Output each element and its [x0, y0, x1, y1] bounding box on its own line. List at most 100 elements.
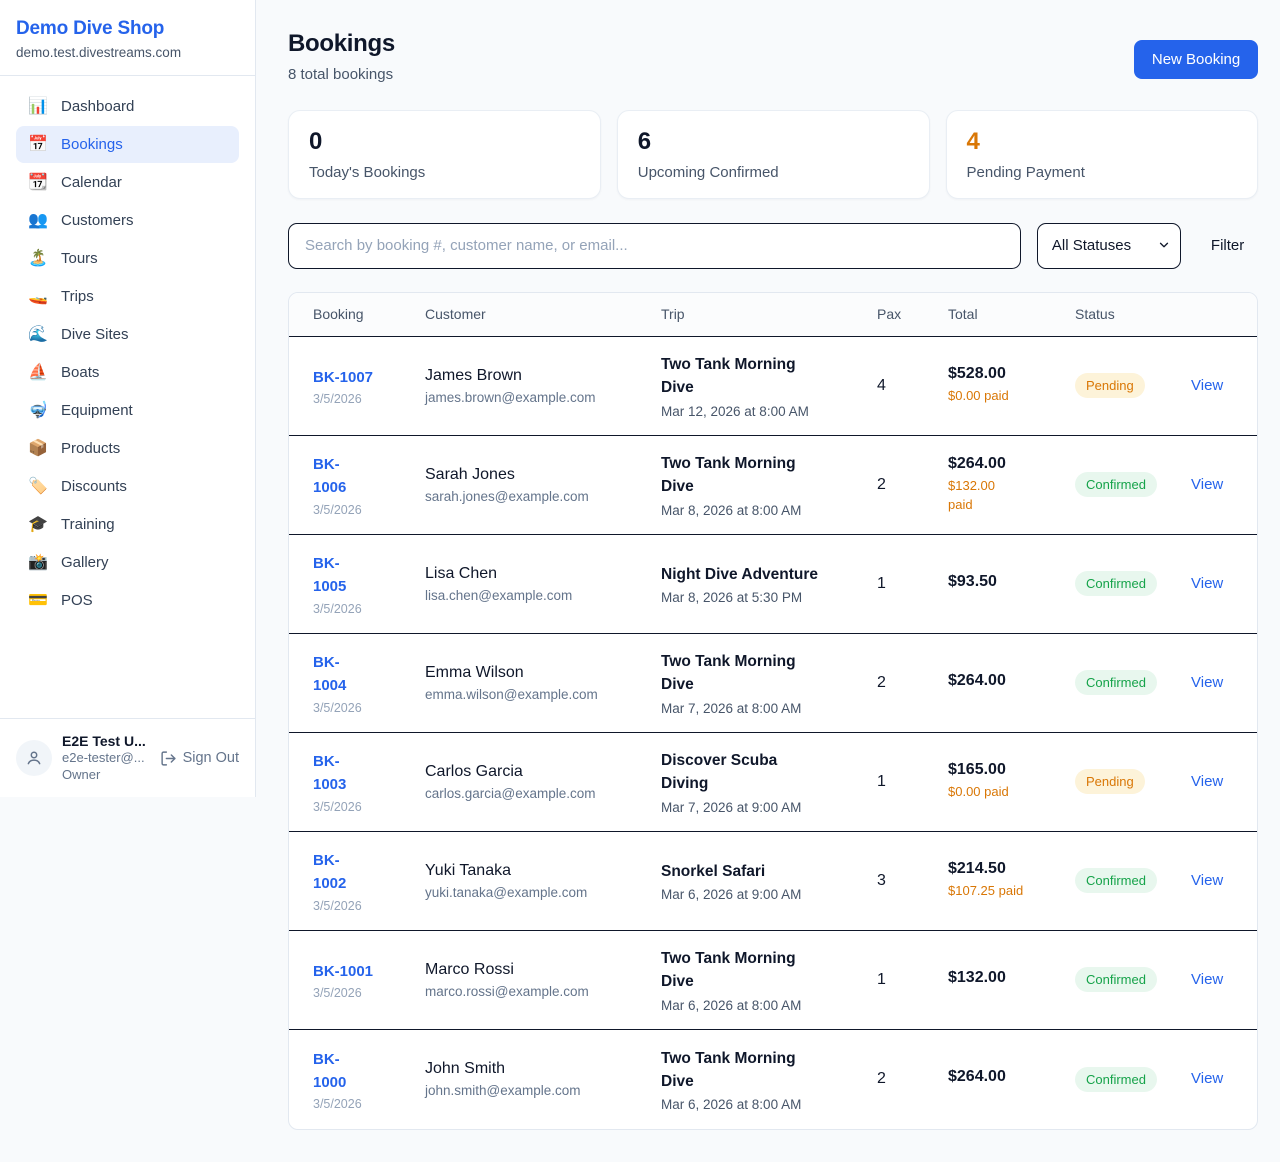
status-badge: Confirmed: [1075, 472, 1157, 497]
trip-datetime: Mar 6, 2026 at 8:00 AM: [661, 1097, 867, 1112]
trip-datetime: Mar 6, 2026 at 8:00 AM: [661, 998, 867, 1013]
graduation-cap-icon: 🎓: [28, 517, 48, 533]
status-badge: Confirmed: [1075, 670, 1157, 695]
status-badge: Pending: [1075, 373, 1145, 398]
tag-icon: 🏷️: [28, 479, 48, 495]
booking-id-link[interactable]: BK- 1003: [313, 750, 346, 797]
status-badge: Confirmed: [1075, 967, 1157, 992]
column-header-booking: Booking: [313, 306, 425, 322]
filter-button[interactable]: Filter: [1197, 237, 1258, 254]
user-name: E2E Test U...: [62, 732, 146, 750]
sidebar-item-trips[interactable]: 🚤 Trips: [16, 278, 239, 315]
booking-id-link[interactable]: BK- 1000: [313, 1048, 346, 1095]
booking-id-link[interactable]: BK- 1006: [313, 453, 346, 500]
view-link[interactable]: View: [1191, 377, 1223, 394]
sidebar-item-label: POS: [61, 592, 93, 609]
table-row: BK- 1003 3/5/2026 Carlos Garcia carlos.g…: [289, 733, 1257, 832]
view-link[interactable]: View: [1191, 872, 1223, 889]
paid-amount: $107.25 paid: [948, 882, 1065, 901]
tearoff-calendar-icon: 📆: [28, 175, 48, 191]
total-amount: $264.00: [948, 455, 1065, 473]
sidebar-item-tours[interactable]: 🏝️ Tours: [16, 240, 239, 277]
booking-date: 3/5/2026: [313, 899, 415, 913]
sidebar-item-training[interactable]: 🎓 Training: [16, 506, 239, 543]
main-content: Bookings 8 total bookings New Booking 0 …: [256, 0, 1280, 1162]
customer-email: emma.wilson@example.com: [425, 687, 651, 702]
booking-id-link[interactable]: BK-1001: [313, 960, 373, 983]
trip-datetime: Mar 12, 2026 at 8:00 AM: [661, 404, 867, 419]
sidebar-item-products[interactable]: 📦 Products: [16, 430, 239, 467]
speedboat-icon: 🚤: [28, 289, 48, 305]
sidebar-item-pos[interactable]: 💳 POS: [16, 582, 239, 619]
booking-date: 3/5/2026: [313, 1097, 415, 1111]
wave-icon: 🌊: [28, 327, 48, 343]
sidebar-item-label: Bookings: [61, 136, 123, 153]
trip-name: Snorkel Safari: [661, 860, 867, 883]
sidebar-item-dashboard[interactable]: 📊 Dashboard: [16, 88, 239, 125]
column-header-customer: Customer: [425, 306, 661, 322]
trip-name: Two Tank Morning Dive: [661, 947, 867, 994]
trip-datetime: Mar 6, 2026 at 9:00 AM: [661, 887, 867, 902]
view-link[interactable]: View: [1191, 476, 1223, 493]
sidebar-item-gallery[interactable]: 📸 Gallery: [16, 544, 239, 581]
pax-count: 2: [877, 1070, 948, 1088]
status-select-wrap: All Statuses: [1037, 223, 1181, 269]
trip-name: Two Tank Morning Dive: [661, 650, 867, 697]
page-title: Bookings: [288, 30, 395, 58]
table-row: BK- 1006 3/5/2026 Sarah Jones sarah.jone…: [289, 436, 1257, 535]
avatar: [16, 740, 52, 776]
sidebar-item-equipment[interactable]: 🤿 Equipment: [16, 392, 239, 429]
status-filter-select[interactable]: All Statuses: [1037, 223, 1181, 269]
trip-datetime: Mar 7, 2026 at 9:00 AM: [661, 800, 867, 815]
trip-name: Discover Scuba Diving: [661, 749, 867, 796]
customer-email: yuki.tanaka@example.com: [425, 885, 651, 900]
bookings-table: Booking Customer Trip Pax Total Status B…: [288, 292, 1258, 1130]
new-booking-button[interactable]: New Booking: [1134, 40, 1258, 79]
booking-date: 3/5/2026: [313, 392, 415, 406]
sidebar-item-label: Training: [61, 516, 115, 533]
customer-name: Emma Wilson: [425, 664, 651, 682]
table-row: BK- 1002 3/5/2026 Yuki Tanaka yuki.tanak…: [289, 832, 1257, 931]
pax-count: 2: [877, 476, 948, 494]
table-header-row: Booking Customer Trip Pax Total Status: [289, 293, 1257, 337]
page-header: Bookings 8 total bookings New Booking: [288, 30, 1258, 83]
table-row: BK- 1005 3/5/2026 Lisa Chen lisa.chen@ex…: [289, 535, 1257, 634]
sidebar-item-dive-sites[interactable]: 🌊 Dive Sites: [16, 316, 239, 353]
table-row: BK-1007 3/5/2026 James Brown james.brown…: [289, 337, 1257, 436]
sidebar-item-label: Gallery: [61, 554, 109, 571]
view-link[interactable]: View: [1191, 575, 1223, 592]
paid-amount: $0.00 paid: [948, 783, 1065, 802]
sidebar-item-label: Tours: [61, 250, 98, 267]
trip-name: Two Tank Morning Dive: [661, 1047, 867, 1094]
search-input[interactable]: [288, 223, 1021, 269]
booking-date: 3/5/2026: [313, 986, 415, 1000]
total-amount: $165.00: [948, 761, 1065, 779]
total-amount: $214.50: [948, 860, 1065, 878]
booking-id-link[interactable]: BK- 1004: [313, 651, 346, 698]
sidebar-item-boats[interactable]: ⛵ Boats: [16, 354, 239, 391]
booking-id-link[interactable]: BK- 1005: [313, 552, 346, 599]
sidebar-item-calendar[interactable]: 📆 Calendar: [16, 164, 239, 201]
sign-out-button[interactable]: Sign Out: [160, 750, 239, 767]
customer-email: marco.rossi@example.com: [425, 984, 651, 999]
pax-count: 1: [877, 575, 948, 593]
table-row: BK-1001 3/5/2026 Marco Rossi marco.rossi…: [289, 931, 1257, 1030]
pax-count: 2: [877, 674, 948, 692]
customer-name: Lisa Chen: [425, 565, 651, 583]
customer-email: john.smith@example.com: [425, 1083, 651, 1098]
view-link[interactable]: View: [1191, 773, 1223, 790]
view-link[interactable]: View: [1191, 1070, 1223, 1087]
page-subtitle: 8 total bookings: [288, 66, 395, 83]
calendar-icon: 📅: [28, 137, 48, 153]
booking-id-link[interactable]: BK- 1002: [313, 849, 346, 896]
sailboat-icon: ⛵: [28, 365, 48, 381]
sidebar-item-bookings[interactable]: 📅 Bookings: [16, 126, 239, 163]
booking-id-link[interactable]: BK-1007: [313, 366, 373, 389]
view-link[interactable]: View: [1191, 674, 1223, 691]
total-amount: $264.00: [948, 672, 1065, 690]
sidebar-item-discounts[interactable]: 🏷️ Discounts: [16, 468, 239, 505]
camera-icon: 📸: [28, 555, 48, 571]
view-link[interactable]: View: [1191, 971, 1223, 988]
sidebar-item-label: Calendar: [61, 174, 122, 191]
sidebar-item-customers[interactable]: 👥 Customers: [16, 202, 239, 239]
